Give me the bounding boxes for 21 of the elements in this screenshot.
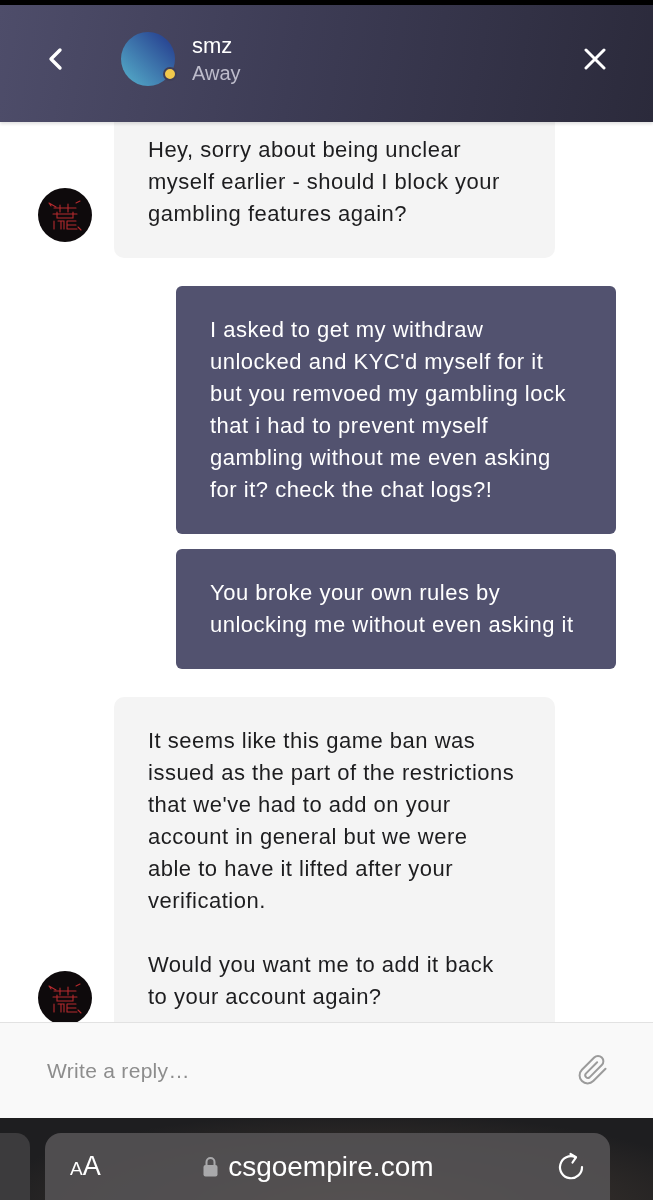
- attach-button[interactable]: [577, 1054, 609, 1086]
- paperclip-icon: [577, 1054, 609, 1086]
- address-bar[interactable]: AA csgoempire.com: [45, 1133, 610, 1200]
- reload-button[interactable]: [556, 1151, 586, 1182]
- chevron-left-icon: [47, 46, 63, 71]
- message-text: Hey, sorry about being unclear myself earlier - should I block your gambling features again?: [148, 136, 501, 228]
- message-text: Would you want me to add it back to your account again?: [148, 951, 495, 1011]
- url-text: csgoempire.com: [228, 1152, 434, 1181]
- logo-avatar-icon: [38, 971, 92, 1022]
- contact-status: Away: [192, 60, 241, 86]
- text-size-button[interactable]: AA: [70, 1153, 101, 1180]
- reload-icon: [556, 1151, 586, 1182]
- message-text: I asked to get my withdraw unlocked and KYC'd myself for it but you remvoed my gambling lock that i had to prevent myself gambling without me even asking for it? check the chat logs?!: [210, 316, 567, 504]
- reply-field[interactable]: Write a reply…: [0, 1022, 653, 1118]
- avatar-icon: [121, 31, 175, 86]
- lock-icon: [203, 1156, 219, 1177]
- close-icon: [584, 47, 606, 70]
- contact-name: smz: [192, 31, 234, 60]
- message-text: It seems like this game ban was issued as the part of the restrictions that we've had to add on your account in general but we were able to have it lifted after your verification.: [148, 727, 516, 915]
- logo-avatar-icon: [38, 188, 92, 242]
- message-text: You broke your own rules by unlocking me without even asking it: [210, 579, 575, 639]
